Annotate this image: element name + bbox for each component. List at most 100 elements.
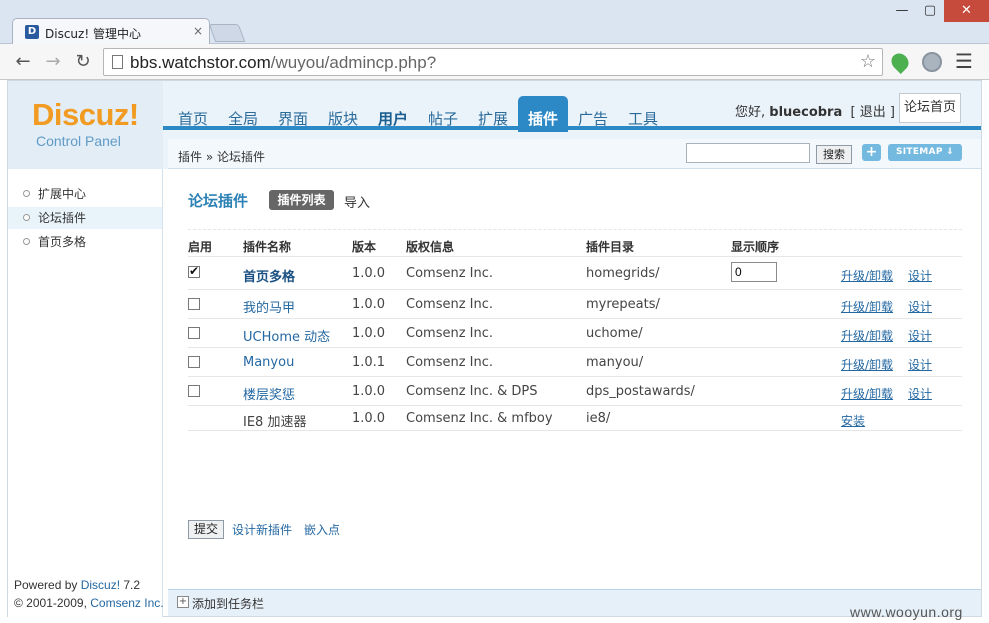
- plugin-directory: uchome/: [586, 326, 643, 341]
- reload-icon[interactable]: ↻: [72, 51, 94, 73]
- minimize-button[interactable]: —: [888, 0, 916, 22]
- upgrade-uninstall-link[interactable]: 升级/卸载: [841, 385, 893, 402]
- watermark: www.wooyun.org: [850, 604, 963, 620]
- enable-checkbox[interactable]: [188, 356, 200, 368]
- plugin-copyright: Comsenz Inc.: [406, 355, 494, 370]
- col-version: 版本: [352, 240, 377, 254]
- nav-extend[interactable]: 扩展: [478, 94, 508, 128]
- plugin-version: 1.0.0: [352, 297, 386, 312]
- extension-globe-icon[interactable]: [922, 52, 942, 72]
- checkbox-icon[interactable]: [188, 385, 200, 397]
- main-content: 论坛插件 插件列表 导入 启用 插件名称 版本 版权信息 插件目录 显示顺序 首…: [168, 169, 981, 589]
- plus-box-icon[interactable]: +: [177, 596, 189, 608]
- checkbox-icon[interactable]: [188, 356, 200, 368]
- install-link[interactable]: 安装: [841, 412, 865, 429]
- logout-link[interactable]: [ 退出 ]: [851, 105, 895, 120]
- extension-leaf-icon[interactable]: [887, 49, 913, 75]
- table-row: Manyou 1.0.1 Comsenz Inc. manyou/ 升级/卸载 …: [188, 348, 962, 377]
- plugin-copyright: Comsenz Inc.: [406, 297, 494, 312]
- plugin-name-link[interactable]: Manyou: [243, 355, 294, 370]
- sidebar-item-label: 论坛插件: [38, 211, 87, 225]
- comsenz-link[interactable]: Comsenz Inc.: [90, 596, 163, 610]
- upgrade-uninstall-link[interactable]: 升级/卸载: [841, 298, 893, 315]
- enable-checkbox[interactable]: [188, 264, 200, 278]
- back-arrow-icon[interactable]: ←: [12, 51, 34, 73]
- upgrade-uninstall-link[interactable]: 升级/卸载: [841, 327, 893, 344]
- browser-titlebar: D Discuz! 管理中心 × — ▢ ✕: [0, 0, 989, 45]
- plugin-copyright: Comsenz Inc. & mfboy: [406, 411, 553, 426]
- address-bar[interactable]: bbs.watchstor.com/wuyou/admincp.php? ☆: [103, 48, 883, 76]
- tab-close-icon[interactable]: ×: [193, 24, 203, 38]
- nav-global[interactable]: 全局: [228, 94, 258, 128]
- plugin-copyright: Comsenz Inc.: [406, 326, 494, 341]
- nav-interface[interactable]: 界面: [278, 94, 308, 128]
- discuz-logo[interactable]: Discuz!: [32, 97, 139, 133]
- table-header: 启用 插件名称 版本 版权信息 插件目录 显示顺序: [188, 229, 962, 257]
- maximize-button[interactable]: ▢: [916, 0, 944, 22]
- nav-tools[interactable]: 工具: [628, 94, 658, 128]
- page-icon: [112, 55, 123, 69]
- sidebar-item-forum-plugins[interactable]: 论坛插件: [8, 207, 162, 229]
- sidebar-item-homegrids[interactable]: 首页多格: [8, 231, 162, 253]
- design-link[interactable]: 设计: [908, 267, 932, 284]
- enable-checkbox[interactable]: [188, 298, 200, 310]
- plugin-name-link[interactable]: 我的马甲: [243, 297, 295, 316]
- nav-ads[interactable]: 广告: [578, 94, 608, 128]
- sidebar-footer: Powered by Discuz! 7.2 © 2001-2009, Coms…: [14, 576, 164, 612]
- hook-points-link[interactable]: 嵌入点: [304, 521, 340, 538]
- greeting: 您好,: [735, 105, 766, 120]
- checkbox-checked-icon[interactable]: [188, 264, 200, 278]
- design-link[interactable]: 设计: [908, 356, 932, 373]
- nav-users[interactable]: 用户: [378, 94, 408, 128]
- nav-home[interactable]: 首页: [178, 94, 208, 128]
- upgrade-uninstall-link[interactable]: 升级/卸载: [841, 267, 893, 284]
- tab-import[interactable]: 导入: [344, 192, 370, 211]
- submit-button[interactable]: 提交: [188, 520, 224, 539]
- search-button[interactable]: 搜索: [816, 145, 852, 164]
- plugin-copyright: Comsenz Inc.: [406, 266, 494, 281]
- discuz-link[interactable]: Discuz!: [81, 578, 120, 592]
- sidebar-item-label: 扩展中心: [38, 187, 87, 201]
- col-enable: 启用: [188, 240, 213, 254]
- table-row: UCHome 动态 1.0.0 Comsenz Inc. uchome/ 升级/…: [188, 319, 962, 348]
- new-tab-button[interactable]: [208, 24, 246, 42]
- sidebar-item-extension-center[interactable]: 扩展中心: [8, 183, 162, 205]
- sitemap-button[interactable]: SITEMAP ⇓: [888, 144, 962, 161]
- table-row: 楼层奖惩 1.0.0 Comsenz Inc. & DPS dps_postaw…: [188, 377, 962, 406]
- design-link[interactable]: 设计: [908, 327, 932, 344]
- version-text: 7.2: [120, 578, 141, 592]
- browser-toolbar: ← → ↻ bbs.watchstor.com/wuyou/admincp.ph…: [0, 44, 989, 80]
- tab-plugin-list[interactable]: 插件列表: [269, 190, 334, 210]
- tab-title: Discuz! 管理中心: [45, 27, 141, 41]
- forum-home-button[interactable]: 论坛首页: [899, 93, 961, 123]
- display-order-input[interactable]: [731, 262, 777, 282]
- table-row: 我的马甲 1.0.0 Comsenz Inc. myrepeats/ 升级/卸载…: [188, 290, 962, 319]
- user-area: 您好, bluecobra [ 退出 ]: [735, 101, 895, 120]
- browser-tab[interactable]: D Discuz! 管理中心 ×: [12, 18, 210, 45]
- nav-posts[interactable]: 帖子: [428, 94, 458, 128]
- plugin-version: 1.0.0: [352, 326, 386, 341]
- add-shortcut-icon[interactable]: +: [862, 144, 881, 161]
- powered-by-text: Powered by: [14, 578, 81, 592]
- plugin-version: 1.0.1: [352, 355, 386, 370]
- checkbox-icon[interactable]: [188, 298, 200, 310]
- close-window-button[interactable]: ✕: [944, 0, 989, 22]
- plugin-directory: homegrids/: [586, 266, 660, 281]
- design-new-plugin-link[interactable]: 设计新插件: [232, 521, 292, 538]
- browser-menu-icon[interactable]: ☰: [955, 49, 973, 73]
- enable-checkbox[interactable]: [188, 385, 200, 397]
- enable-checkbox[interactable]: [188, 327, 200, 339]
- search-input[interactable]: [686, 143, 810, 163]
- forward-arrow-icon[interactable]: →: [42, 51, 64, 73]
- plugin-version: 1.0.0: [352, 266, 386, 281]
- plugin-name-link[interactable]: 楼层奖惩: [243, 384, 295, 403]
- nav-forums[interactable]: 版块: [328, 94, 358, 128]
- plugin-name-link[interactable]: UCHome 动态: [243, 326, 330, 345]
- design-link[interactable]: 设计: [908, 298, 932, 315]
- upgrade-uninstall-link[interactable]: 升级/卸载: [841, 356, 893, 373]
- add-to-taskbar-link[interactable]: 添加到任务栏: [192, 595, 264, 612]
- plugin-name-link[interactable]: 首页多格: [243, 266, 295, 285]
- checkbox-icon[interactable]: [188, 327, 200, 339]
- design-link[interactable]: 设计: [908, 385, 932, 402]
- bookmark-star-icon[interactable]: ☆: [860, 51, 876, 72]
